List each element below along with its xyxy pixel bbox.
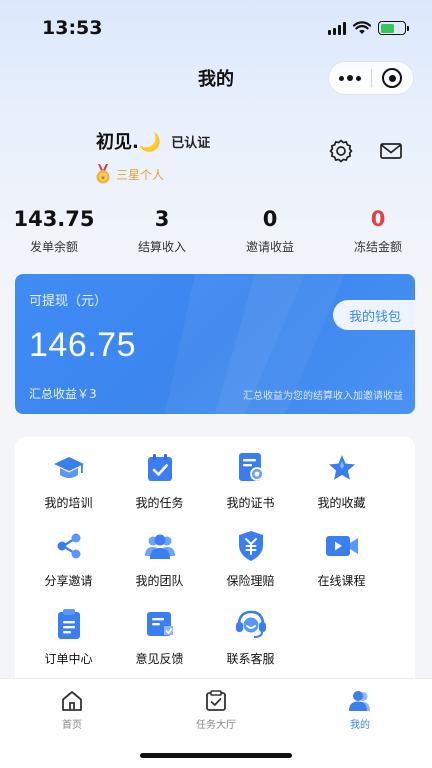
status-time: 13:53 bbox=[42, 17, 103, 39]
menu-item-training[interactable]: 我的培训 bbox=[23, 451, 114, 517]
menu-grid: 我的培训 我的任务 我的证书 我的收藏 分享邀请 我的团队 保险理赔 在线课程 … bbox=[23, 451, 387, 673]
mail-icon[interactable] bbox=[380, 142, 402, 160]
home-indicator bbox=[140, 753, 292, 758]
menu-item-favorites[interactable]: 我的收藏 bbox=[296, 451, 387, 517]
menu-label: 我的培训 bbox=[44, 496, 93, 510]
close-target-icon bbox=[382, 68, 403, 88]
menu-item-online-course[interactable]: 在线课程 bbox=[296, 529, 387, 595]
my-wallet-button[interactable]: 我的钱包 bbox=[333, 300, 415, 330]
menu-label: 我的收藏 bbox=[317, 496, 366, 510]
settings-gear-icon[interactable] bbox=[328, 138, 354, 164]
more-button[interactable] bbox=[329, 62, 371, 94]
menu-label: 联系客服 bbox=[226, 652, 275, 666]
wifi-icon bbox=[353, 21, 371, 34]
status-icons bbox=[328, 21, 409, 35]
total-earnings-note: 汇总收益为您的结算收入加邀请收益 bbox=[243, 391, 403, 402]
profile-info: 初见.🌙 已认证 ★ 三星个人 bbox=[96, 128, 210, 184]
menu-item-feedback[interactable]: 意见反馈 bbox=[114, 607, 205, 673]
certificate-icon bbox=[234, 451, 268, 485]
user-icon bbox=[349, 691, 370, 711]
stat-label: 邀请收益 bbox=[245, 240, 294, 254]
top-actions bbox=[328, 138, 402, 164]
stat-invite-earnings[interactable]: 0 邀请收益 bbox=[216, 205, 324, 255]
withdrawable-label: 可提现（元） bbox=[29, 294, 108, 309]
menu-item-tasks[interactable]: 我的任务 bbox=[114, 451, 205, 517]
menu-item-team[interactable]: 我的团队 bbox=[114, 529, 205, 595]
withdrawable-amount: 146.75 bbox=[29, 326, 136, 364]
share-icon bbox=[52, 529, 86, 563]
bottom-tabbar: 首页 任务大厅 我的 bbox=[0, 678, 432, 768]
level-badge: ★ 三星个人 bbox=[94, 164, 210, 184]
feedback-icon bbox=[143, 607, 177, 641]
more-dots-icon bbox=[338, 75, 361, 81]
video-camera-icon bbox=[325, 529, 359, 563]
menu-item-customer-service[interactable]: 联系客服 bbox=[205, 607, 296, 673]
battery-icon bbox=[378, 21, 409, 35]
menu-label: 在线课程 bbox=[317, 574, 366, 588]
menu-item-insurance[interactable]: 保险理赔 bbox=[205, 529, 296, 595]
headset-icon bbox=[234, 607, 268, 641]
tab-home[interactable]: 首页 bbox=[0, 679, 144, 735]
stats-row: 143.75 发单余额 3 结算收入 0 邀请收益 0 冻结金额 bbox=[0, 205, 432, 255]
menu-label: 保险理赔 bbox=[226, 574, 275, 588]
menu-item-share-invite[interactable]: 分享邀请 bbox=[23, 529, 114, 595]
stat-value: 0 bbox=[262, 207, 278, 231]
stat-label: 结算收入 bbox=[137, 240, 186, 254]
menu-label: 意见反馈 bbox=[135, 652, 184, 666]
total-earnings: 汇总收益￥3 bbox=[29, 387, 97, 401]
close-miniprogram-button[interactable] bbox=[372, 62, 414, 94]
team-icon bbox=[143, 529, 177, 563]
menu-card: 我的培训 我的任务 我的证书 我的收藏 分享邀请 我的团队 保险理赔 在线课程 … bbox=[15, 437, 415, 697]
menu-label: 我的团队 bbox=[135, 574, 184, 588]
task-hall-icon bbox=[206, 690, 226, 711]
menu-label: 我的证书 bbox=[226, 496, 275, 510]
stat-settlement-income[interactable]: 3 结算收入 bbox=[108, 205, 216, 255]
order-clipboard-icon bbox=[52, 607, 86, 641]
task-check-icon bbox=[143, 451, 177, 485]
home-icon bbox=[62, 691, 82, 711]
nav-bar: 我的 bbox=[0, 56, 432, 100]
page-title: 我的 bbox=[198, 69, 234, 90]
tab-label: 任务大厅 bbox=[196, 720, 236, 731]
tab-label: 首页 bbox=[62, 720, 82, 731]
menu-label: 订单中心 bbox=[44, 652, 93, 666]
stat-value: 143.75 bbox=[13, 207, 95, 231]
cellular-signal-icon bbox=[328, 21, 346, 35]
menu-item-certificate[interactable]: 我的证书 bbox=[205, 451, 296, 517]
stat-order-balance[interactable]: 143.75 发单余额 bbox=[0, 205, 108, 255]
insurance-shield-icon bbox=[234, 529, 268, 563]
medal-icon: ★ bbox=[96, 164, 110, 184]
menu-label: 我的任务 bbox=[135, 496, 184, 510]
menu-item-orders[interactable]: 订单中心 bbox=[23, 607, 114, 673]
level-text: 三星个人 bbox=[116, 167, 165, 182]
stat-label: 冻结金额 bbox=[353, 240, 402, 254]
stat-frozen-amount[interactable]: 0 冻结金额 bbox=[324, 205, 432, 255]
menu-label: 分享邀请 bbox=[44, 574, 93, 588]
miniprogram-capsule bbox=[328, 61, 414, 95]
graduation-cap-icon bbox=[52, 451, 86, 485]
status-bar: 13:53 bbox=[0, 0, 432, 56]
user-name: 初见.🌙 bbox=[96, 132, 162, 153]
stat-label: 发单余额 bbox=[29, 240, 78, 254]
star-icon bbox=[325, 451, 359, 485]
svg-text:★: ★ bbox=[100, 175, 105, 182]
tab-mine[interactable]: 我的 bbox=[288, 679, 432, 735]
wallet-card: 可提现（元） 146.75 我的钱包 汇总收益￥3 汇总收益为您的结算收入加邀请… bbox=[15, 274, 415, 414]
verified-badge: 已认证 bbox=[171, 135, 211, 151]
tab-task-hall[interactable]: 任务大厅 bbox=[144, 679, 288, 735]
tab-label: 我的 bbox=[350, 720, 370, 731]
stat-value: 0 bbox=[370, 207, 386, 231]
stat-value: 3 bbox=[154, 207, 170, 231]
